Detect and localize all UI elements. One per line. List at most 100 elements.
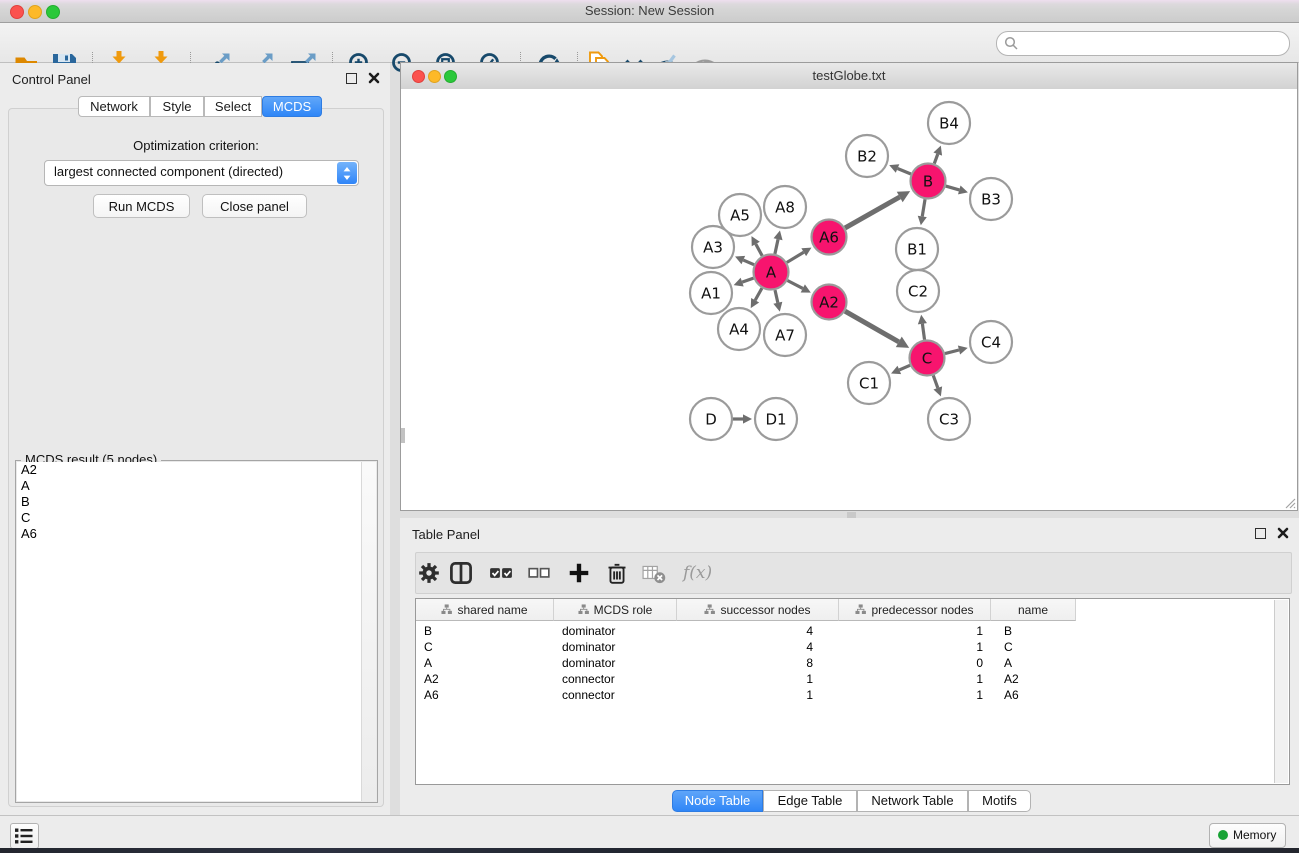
graph-edge-A-A4[interactable] — [755, 288, 762, 300]
table-cell[interactable]: B — [991, 623, 1076, 639]
table-cell[interactable]: 1 — [839, 639, 991, 655]
close-table-panel-icon[interactable] — [1277, 527, 1289, 539]
tab-mcds[interactable]: MCDS — [262, 96, 322, 117]
column-header-name[interactable]: name — [991, 599, 1076, 621]
table-cell[interactable]: A6 — [991, 687, 1076, 703]
table-cell[interactable]: dominator — [554, 639, 677, 655]
result-list-scrollbar[interactable] — [361, 462, 376, 801]
graph-edge-A6-B[interactable] — [845, 197, 900, 228]
window-resize-grip[interactable] — [1284, 497, 1296, 509]
column-header-predecessor-nodes[interactable]: predecessor nodes — [839, 599, 991, 621]
columns-icon[interactable] — [449, 561, 473, 585]
graph-node-C4[interactable]: C4 — [970, 321, 1012, 363]
memory-button[interactable]: Memory — [1209, 823, 1286, 848]
graph-node-A3[interactable]: A3 — [692, 226, 734, 268]
graph-node-A7[interactable]: A7 — [764, 314, 806, 356]
canvas-vertical-scroll-thumb[interactable] — [401, 428, 405, 443]
graph-edge-A-A3[interactable] — [743, 260, 754, 265]
network-window-titlebar[interactable]: testGlobe.txt — [401, 63, 1297, 90]
graph-edge-C-C3[interactable] — [933, 375, 938, 388]
table-cell[interactable]: 1 — [839, 623, 991, 639]
graph-node-A2[interactable]: A2 — [812, 285, 847, 320]
graph-node-A[interactable]: A — [754, 255, 789, 290]
tab-network-table[interactable]: Network Table — [857, 790, 968, 812]
graph-node-C3[interactable]: C3 — [928, 398, 970, 440]
graph-edge-B-B4[interactable] — [934, 154, 937, 164]
run-mcds-button[interactable]: Run MCDS — [93, 194, 190, 218]
search-input[interactable] — [1023, 34, 1282, 53]
graph-node-A1[interactable]: A1 — [690, 272, 732, 314]
column-header-MCDS-role[interactable]: MCDS role — [554, 599, 677, 621]
select-all-icon[interactable] — [489, 561, 513, 585]
close-panel-icon[interactable] — [368, 72, 380, 84]
table-cell[interactable]: A2 — [991, 671, 1076, 687]
graph-edge-A2-C[interactable] — [845, 311, 899, 342]
table-cell[interactable]: B — [416, 623, 554, 639]
table-cell[interactable]: A2 — [416, 671, 554, 687]
graph-edge-A-A2[interactable] — [787, 280, 802, 288]
table-cell[interactable]: A — [416, 655, 554, 671]
graph-edge-A-A7[interactable] — [775, 290, 778, 303]
graph-node-A8[interactable]: A8 — [764, 186, 806, 228]
mcds-result-item[interactable]: A — [17, 478, 362, 494]
mcds-result-item[interactable]: B — [17, 494, 362, 510]
graph-node-B3[interactable]: B3 — [970, 178, 1012, 220]
graph-edge-A-A6[interactable] — [787, 252, 804, 262]
table-cell[interactable]: 4 — [677, 623, 839, 639]
optimization-criterion-select[interactable]: largest connected component (directed) — [44, 160, 359, 186]
graph-edge-A-A8[interactable] — [775, 239, 778, 254]
deselect-all-icon[interactable] — [527, 561, 551, 585]
graph-edge-C-C1[interactable] — [899, 365, 910, 370]
table-cell[interactable]: 4 — [677, 639, 839, 655]
graph-node-B2[interactable]: B2 — [846, 135, 888, 177]
mcds-result-item[interactable]: C — [17, 510, 362, 526]
table-cell[interactable]: 0 — [839, 655, 991, 671]
tab-motifs[interactable]: Motifs — [968, 790, 1031, 812]
graph-edge-A-A1[interactable] — [742, 278, 753, 282]
graph-node-D1[interactable]: D1 — [755, 398, 797, 440]
tab-select[interactable]: Select — [204, 96, 262, 117]
table-cell[interactable]: dominator — [554, 623, 677, 639]
tab-style[interactable]: Style — [150, 96, 204, 117]
column-header-shared-name[interactable]: shared name — [416, 599, 554, 621]
function-icon[interactable]: f(x) — [683, 561, 717, 585]
graph-node-C[interactable]: C — [910, 341, 945, 376]
graph-node-C1[interactable]: C1 — [848, 362, 890, 404]
table-cell[interactable]: connector — [554, 671, 677, 687]
tab-edge-table[interactable]: Edge Table — [763, 790, 857, 812]
table-cell[interactable]: 8 — [677, 655, 839, 671]
table-scrollbar[interactable] — [1274, 600, 1288, 783]
tab-network[interactable]: Network — [78, 96, 150, 117]
table-cell[interactable]: A6 — [416, 687, 554, 703]
column-header-successor-nodes[interactable]: successor nodes — [677, 599, 839, 621]
add-row-icon[interactable] — [567, 561, 591, 585]
float-panel-icon[interactable] — [346, 73, 357, 84]
table-cell[interactable]: C — [991, 639, 1076, 655]
graph-edge-A-A5[interactable] — [756, 244, 762, 256]
graph-node-A4[interactable]: A4 — [718, 308, 760, 350]
table-cell[interactable]: 1 — [677, 687, 839, 703]
graph-edge-B-B3[interactable] — [946, 186, 959, 190]
delete-row-icon[interactable] — [605, 561, 629, 585]
graph-edge-C-C2[interactable] — [922, 324, 924, 340]
graph-node-B4[interactable]: B4 — [928, 102, 970, 144]
network-canvas[interactable]: B4B2BB3A8A5A6A3B1AC2A1A2A4A7C4CC1C3DD1 — [401, 89, 1297, 510]
delete-column-icon[interactable] — [642, 561, 666, 585]
graph-node-A6[interactable]: A6 — [812, 220, 847, 255]
table-cell[interactable]: 1 — [677, 671, 839, 687]
mcds-result-item[interactable]: A6 — [17, 526, 362, 542]
mcds-result-item[interactable]: A2 — [17, 462, 362, 478]
graph-node-B[interactable]: B — [911, 164, 946, 199]
settings-icon[interactable] — [417, 561, 441, 585]
table-cell[interactable]: A — [991, 655, 1076, 671]
table-cell[interactable]: C — [416, 639, 554, 655]
graph-edge-C-C4[interactable] — [945, 350, 959, 354]
table-cell[interactable]: 1 — [839, 671, 991, 687]
graph-edge-B-B2[interactable] — [898, 169, 911, 174]
network-list-button[interactable] — [10, 823, 39, 849]
table-cell[interactable]: connector — [554, 687, 677, 703]
graph-node-B1[interactable]: B1 — [896, 228, 938, 270]
table-cell[interactable]: 1 — [839, 687, 991, 703]
close-panel-button[interactable]: Close panel — [202, 194, 307, 218]
table-cell[interactable]: dominator — [554, 655, 677, 671]
